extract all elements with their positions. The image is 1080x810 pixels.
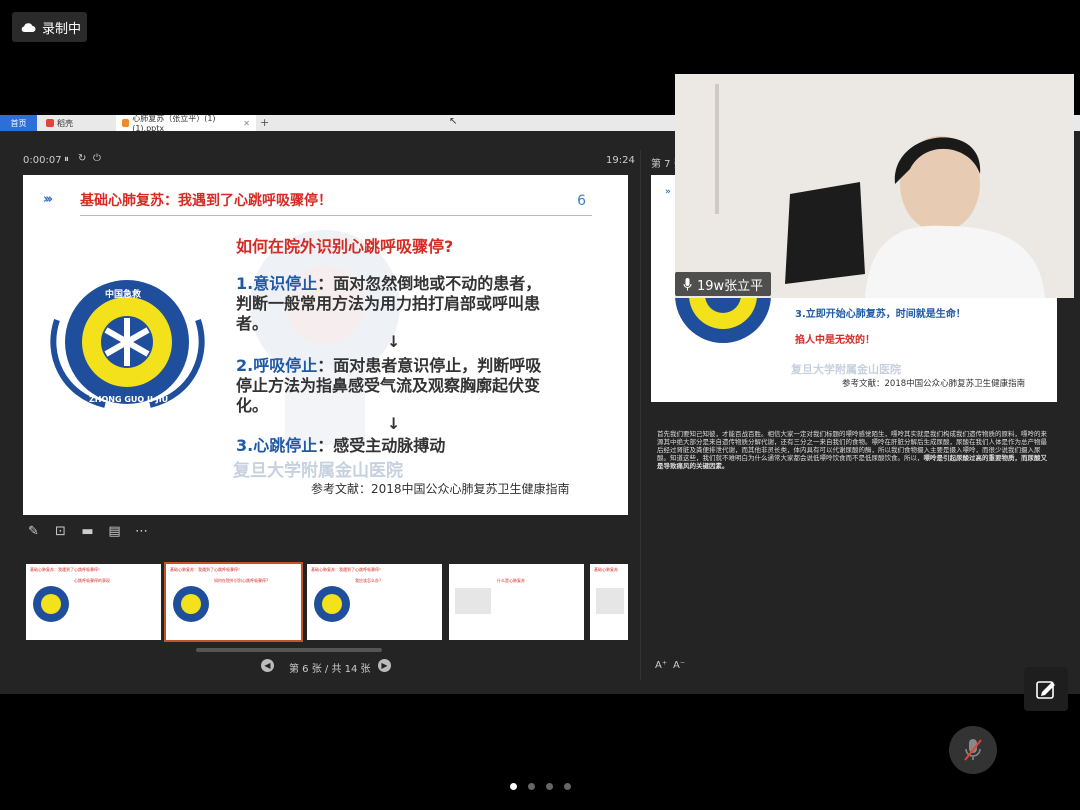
close-icon[interactable]: ✕: [243, 119, 250, 128]
microphone-icon: [683, 277, 692, 290]
device-image-icon: [455, 588, 491, 614]
emergency-logo-icon: [314, 586, 350, 622]
speaker-notes[interactable]: 首先我们要知己知彼，才能百战百胜。相信大家一定对我们标题的嘌呤感觉陌生，嘌呤其实…: [657, 430, 1052, 470]
thumbnail-slide[interactable]: 基础心肺复苏: [590, 564, 628, 640]
stop-icon[interactable]: ⏻: [93, 153, 101, 164]
microphone-muted-icon: [964, 739, 982, 761]
logo-top-text: 中国急救: [105, 290, 142, 300]
page-dot-active[interactable]: [510, 783, 517, 790]
arrow-down-2: ↓: [387, 414, 401, 433]
tab-docer-label: 稻壳: [57, 118, 73, 128]
next-slide-text-1: 3.立即开始心肺复苏，时间就是生命！: [795, 309, 966, 320]
person-icon: [865, 136, 1045, 298]
tab-pptx[interactable]: 心肺复苏（张立平）(1)(1).pptx ✕: [116, 114, 256, 133]
thumbnail-slide[interactable]: 基础心肺复苏：我遇到了心跳呼吸骤停！ 心跳呼吸骤停的表现: [26, 564, 161, 640]
item-1-heading: 1.意识停止: [236, 274, 318, 293]
item-3-heading: 3.心跳停止: [236, 436, 318, 455]
thumbnail-body: 如何在院外识别心跳呼吸骤停?: [214, 578, 269, 583]
prev-page-button[interactable]: ◀: [261, 659, 274, 672]
item-3-text: ：感受主动脉搏动: [317, 436, 446, 455]
restart-icon[interactable]: ↻: [78, 153, 86, 164]
thumbnail-slide[interactable]: 基础心肺复苏：我遇到了心跳呼吸骤停！ 我应该怎么办?: [307, 564, 442, 640]
thumbnail-scrollbar[interactable]: [196, 648, 382, 652]
thumbnail-title: 基础心肺复苏：我遇到了心跳呼吸骤停！: [311, 567, 383, 572]
font-decrease-button[interactable]: A⁻: [673, 660, 685, 671]
pen-icon[interactable]: ✎: [26, 524, 41, 539]
annotate-button[interactable]: [1024, 667, 1068, 711]
wall-pipe: [715, 84, 719, 214]
participant-tag: 19w张立平: [675, 272, 772, 296]
tab-pptx-label: 心肺复苏（张立平）(1)(1).pptx: [132, 114, 216, 133]
new-tab-button[interactable]: +: [260, 116, 269, 129]
logo-bottom-text: ZHONG GUO JI JIU: [89, 395, 169, 404]
panel-divider[interactable]: [640, 150, 641, 680]
mouse-cursor-icon: ↖: [449, 116, 458, 127]
thumbnail-slide[interactable]: 什么是心肺复苏: [449, 564, 584, 640]
item-1: 1.意识停止：面对忽然倒地或不动的患者，判断一般常用方法为用力拍打肩部或呼叫患者…: [236, 274, 556, 334]
page-dot[interactable]: [546, 783, 553, 790]
edit-icon: [1036, 681, 1055, 699]
screenshot-icon[interactable]: ⊡: [53, 524, 68, 539]
chair-icon: [785, 182, 865, 284]
font-increase-button[interactable]: A⁺: [655, 660, 667, 671]
tab-docer[interactable]: 稻壳: [40, 115, 113, 131]
recording-badge[interactable]: 录制中: [12, 12, 87, 42]
thumbnail-title: 基础心肺复苏: [594, 567, 618, 572]
clock: 19:24: [606, 155, 635, 166]
next-page-button[interactable]: ▶: [378, 659, 391, 672]
subtitle-icon[interactable]: ▤: [107, 524, 122, 539]
page-dot[interactable]: [564, 783, 571, 790]
next-slide-watermark: 复旦大学附属金山医院: [791, 363, 901, 376]
next-slide-text-2: 掐人中是无效的！: [795, 335, 875, 346]
thumbnail-body: 我应该怎么办?: [355, 578, 382, 583]
thumbnail-slide-current[interactable]: 基础心肺复苏：我遇到了心跳呼吸骤停！ 如何在院外识别心跳呼吸骤停?: [164, 562, 303, 642]
participant-name: 19w张立平: [697, 278, 764, 294]
item-2-heading: 2.呼吸停止: [236, 356, 318, 375]
tab-home[interactable]: 首页: [0, 115, 37, 131]
chevrons-icon: »: [665, 187, 671, 197]
page-indicator: 第 6 张 / 共 14 张: [289, 664, 371, 675]
hospital-watermark: 复旦大学附属金山医院: [233, 461, 403, 481]
item-2: 2.呼吸停止：面对患者意识停止，判断呼吸停止方法为指鼻感受气流及观察胸廓起伏变化…: [236, 356, 556, 416]
thumbnail-title: 基础心肺复苏：我遇到了心跳呼吸骤停！: [30, 567, 102, 572]
emergency-logo-icon: [173, 586, 209, 622]
slide-reference: 参考文献：2018中国公众心肺复苏卫生健康指南: [311, 482, 570, 496]
slide-number: 6: [577, 193, 586, 209]
participant-video[interactable]: 19w张立平: [675, 74, 1074, 298]
camera-icon[interactable]: ▬: [80, 524, 95, 539]
thumbnail-title: 基础心肺复苏：我遇到了心跳呼吸骤停！: [170, 567, 242, 572]
mute-button[interactable]: [949, 726, 997, 774]
arrow-down-1: ↓: [387, 332, 401, 351]
slide-title: 基础心肺复苏：我遇到了心跳呼吸骤停！: [80, 193, 332, 209]
item-3: 3.心跳停止：感受主动脉搏动: [236, 436, 566, 456]
ppt-icon: [122, 119, 130, 127]
emergency-logo-icon: [33, 586, 69, 622]
recording-label: 录制中: [42, 21, 82, 37]
timer: 0:00:07: [23, 155, 62, 166]
current-slide: ››› 基础心肺复苏：我遇到了心跳呼吸骤停！ 6 复旦大学附属金山医院 中国急救…: [23, 175, 628, 515]
thumbnail-body: 心跳呼吸骤停的表现: [74, 578, 110, 583]
thumbnail-body: 什么是心肺复苏: [497, 578, 525, 583]
more-icon[interactable]: ⋯: [134, 524, 149, 539]
pause-icon[interactable]: ⏸: [64, 154, 69, 165]
cloud-icon: [21, 22, 36, 32]
chevrons-icon: ›››: [43, 192, 53, 207]
page-dot[interactable]: [528, 783, 535, 790]
docer-icon: [46, 119, 54, 127]
device-image-icon: [596, 588, 624, 614]
slide-question: 如何在院外识别心跳呼吸骤停?: [236, 237, 454, 256]
tab-home-label: 首页: [10, 118, 27, 128]
next-slide-reference: 参考文献：2018中国公众心肺复苏卫生健康指南: [842, 379, 1026, 389]
